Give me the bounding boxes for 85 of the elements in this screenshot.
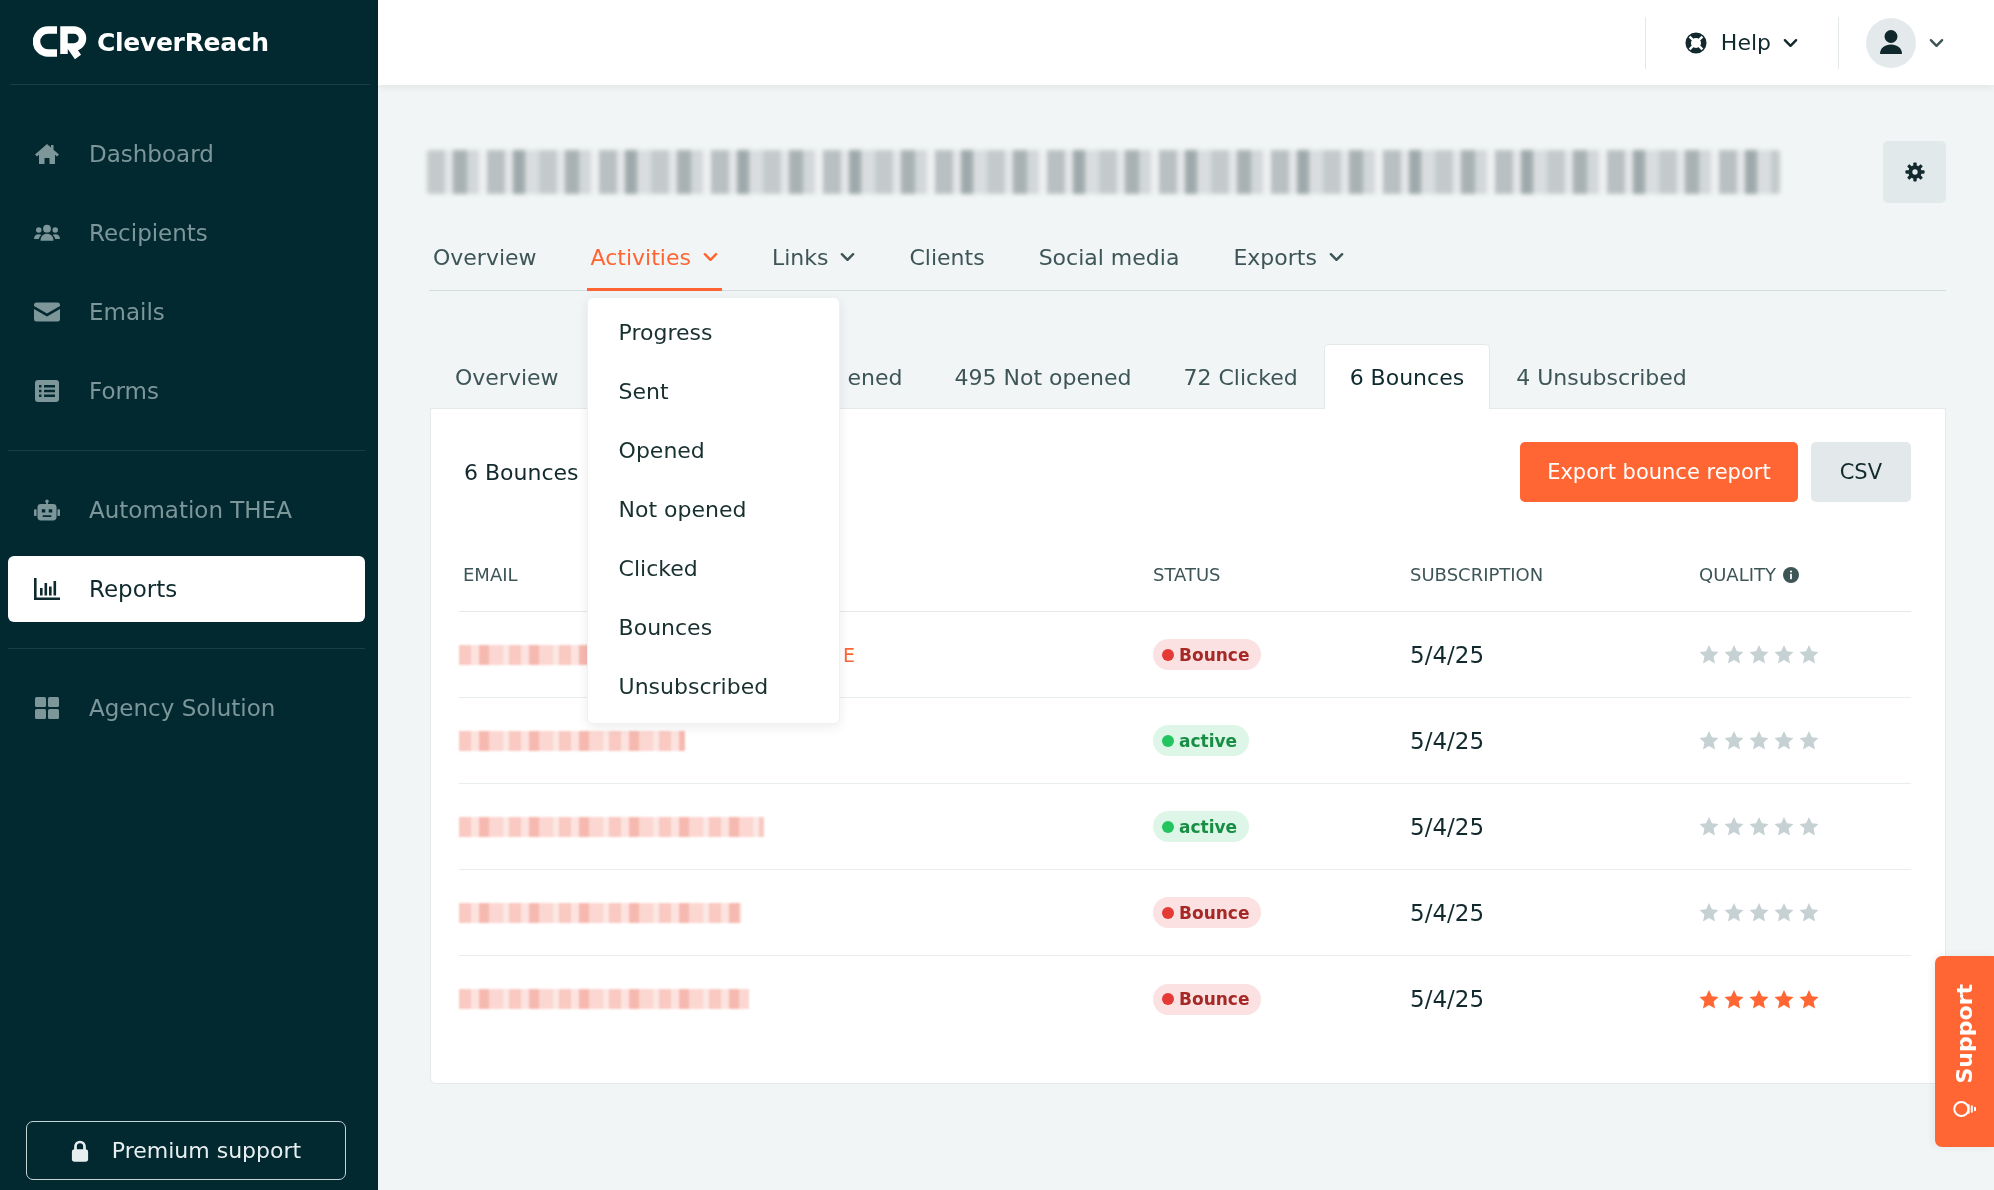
star-icon [1749, 645, 1769, 664]
activity-tab[interactable]: ened [846, 344, 929, 409]
robot-icon [34, 499, 60, 521]
table-cell-text: 5/4/25 [1410, 899, 1486, 926]
report-tab[interactable]: Clients [905, 226, 989, 291]
nav-item[interactable]: Dashboard [8, 121, 365, 187]
logo-icon [33, 23, 89, 61]
premium-support-button[interactable]: Premium support [26, 1121, 346, 1180]
home-icon [34, 143, 60, 165]
csv-button[interactable]: CSV [1810, 442, 1911, 502]
nav-item[interactable]: Agency Solution [8, 675, 365, 741]
star-icon [1749, 817, 1769, 836]
nav-item[interactable]: Reports [8, 556, 365, 622]
star-icon [1724, 645, 1744, 664]
report-tab[interactable]: Overview [429, 226, 541, 291]
status-label: Bounce [1179, 644, 1250, 665]
column-header: QUALITY [1699, 564, 1776, 585]
star-icon [1724, 817, 1744, 836]
star-icon [1774, 645, 1794, 664]
star-icon [1749, 903, 1769, 922]
status-label: active [1179, 816, 1238, 837]
nav-item[interactable]: Emails [8, 279, 365, 345]
menu-item[interactable]: Unsubscribed [587, 657, 839, 716]
settings-button[interactable] [1883, 140, 1946, 203]
star-icon [1724, 903, 1744, 922]
lifebuoy-icon [1684, 31, 1707, 54]
users-icon [34, 222, 60, 244]
menu-item[interactable]: Progress [587, 303, 839, 362]
table-cell-text: 5/4/25 [1410, 813, 1486, 840]
menu-item[interactable]: Clicked [587, 539, 839, 598]
column-header: SUBSCRIPTION [1410, 564, 1544, 585]
status-label: Bounce [1179, 902, 1250, 923]
cell-text: E [843, 643, 855, 666]
activity-tab[interactable]: Overview [429, 344, 585, 409]
report-tab[interactable]: Links [767, 226, 860, 291]
star-icon [1699, 731, 1719, 750]
star-icon [1774, 731, 1794, 750]
star-icon [1699, 645, 1719, 664]
star-icon [1774, 903, 1794, 922]
star-icon [1724, 989, 1744, 1009]
star-icon [1799, 817, 1819, 836]
brand-name: CleverReach [97, 27, 269, 57]
table-cell-text: 5/4/25 [1410, 641, 1486, 668]
activity-tab[interactable]: 4 Unsubscribed [1490, 344, 1713, 409]
list-icon [34, 380, 60, 402]
menu-item[interactable]: Opened [587, 421, 839, 480]
menu-item[interactable]: Not opened [587, 480, 839, 539]
star-icon [1799, 731, 1819, 750]
table-cell-text: 5/4/25 [1410, 986, 1486, 1012]
star-icon [1774, 989, 1794, 1009]
star-icon [1699, 817, 1719, 836]
activity-tab[interactable]: 495 Not opened [928, 344, 1158, 409]
activity-tab[interactable]: 72 Clicked [1157, 344, 1324, 409]
envelope-icon [34, 301, 60, 323]
column-header: EMAIL [463, 564, 518, 585]
menu-item[interactable]: Bounces [587, 598, 839, 657]
chevron-down-icon [1929, 37, 1944, 48]
star-icon [1774, 817, 1794, 836]
star-icon [1724, 731, 1744, 750]
nav-item[interactable]: Forms [8, 358, 365, 424]
star-icon [1799, 903, 1819, 922]
grid-icon [34, 697, 60, 719]
lightbulb-icon [1952, 1099, 1977, 1120]
star-icon [1699, 989, 1719, 1009]
settings-icon [1904, 161, 1925, 182]
chevron-down-icon [1783, 37, 1798, 48]
menu-item[interactable]: Sent [587, 362, 839, 421]
star-icon [1699, 903, 1719, 922]
star-icon [1749, 989, 1769, 1009]
star-icon [1749, 731, 1769, 750]
avatar-icon [1866, 17, 1916, 68]
bar-chart-icon [34, 578, 60, 600]
activity-tab[interactable]: 6 Bounces [1323, 344, 1491, 409]
bounce-count: 6 Bounces [463, 459, 579, 485]
column-header: STATUS [1153, 564, 1221, 585]
lock-icon [70, 1139, 89, 1162]
report-tab[interactable]: Social media [1034, 226, 1184, 291]
star-icon [1799, 989, 1819, 1009]
star-icon [1799, 645, 1819, 664]
nav-item[interactable]: Recipients [8, 200, 365, 266]
table-cell-text: 5/4/25 [1410, 727, 1486, 754]
status-label: active [1179, 730, 1238, 751]
nav-item[interactable]: Automation THEA [8, 477, 365, 543]
status-label: Bounce [1179, 989, 1250, 1009]
report-tab[interactable]: Exports [1229, 226, 1348, 291]
